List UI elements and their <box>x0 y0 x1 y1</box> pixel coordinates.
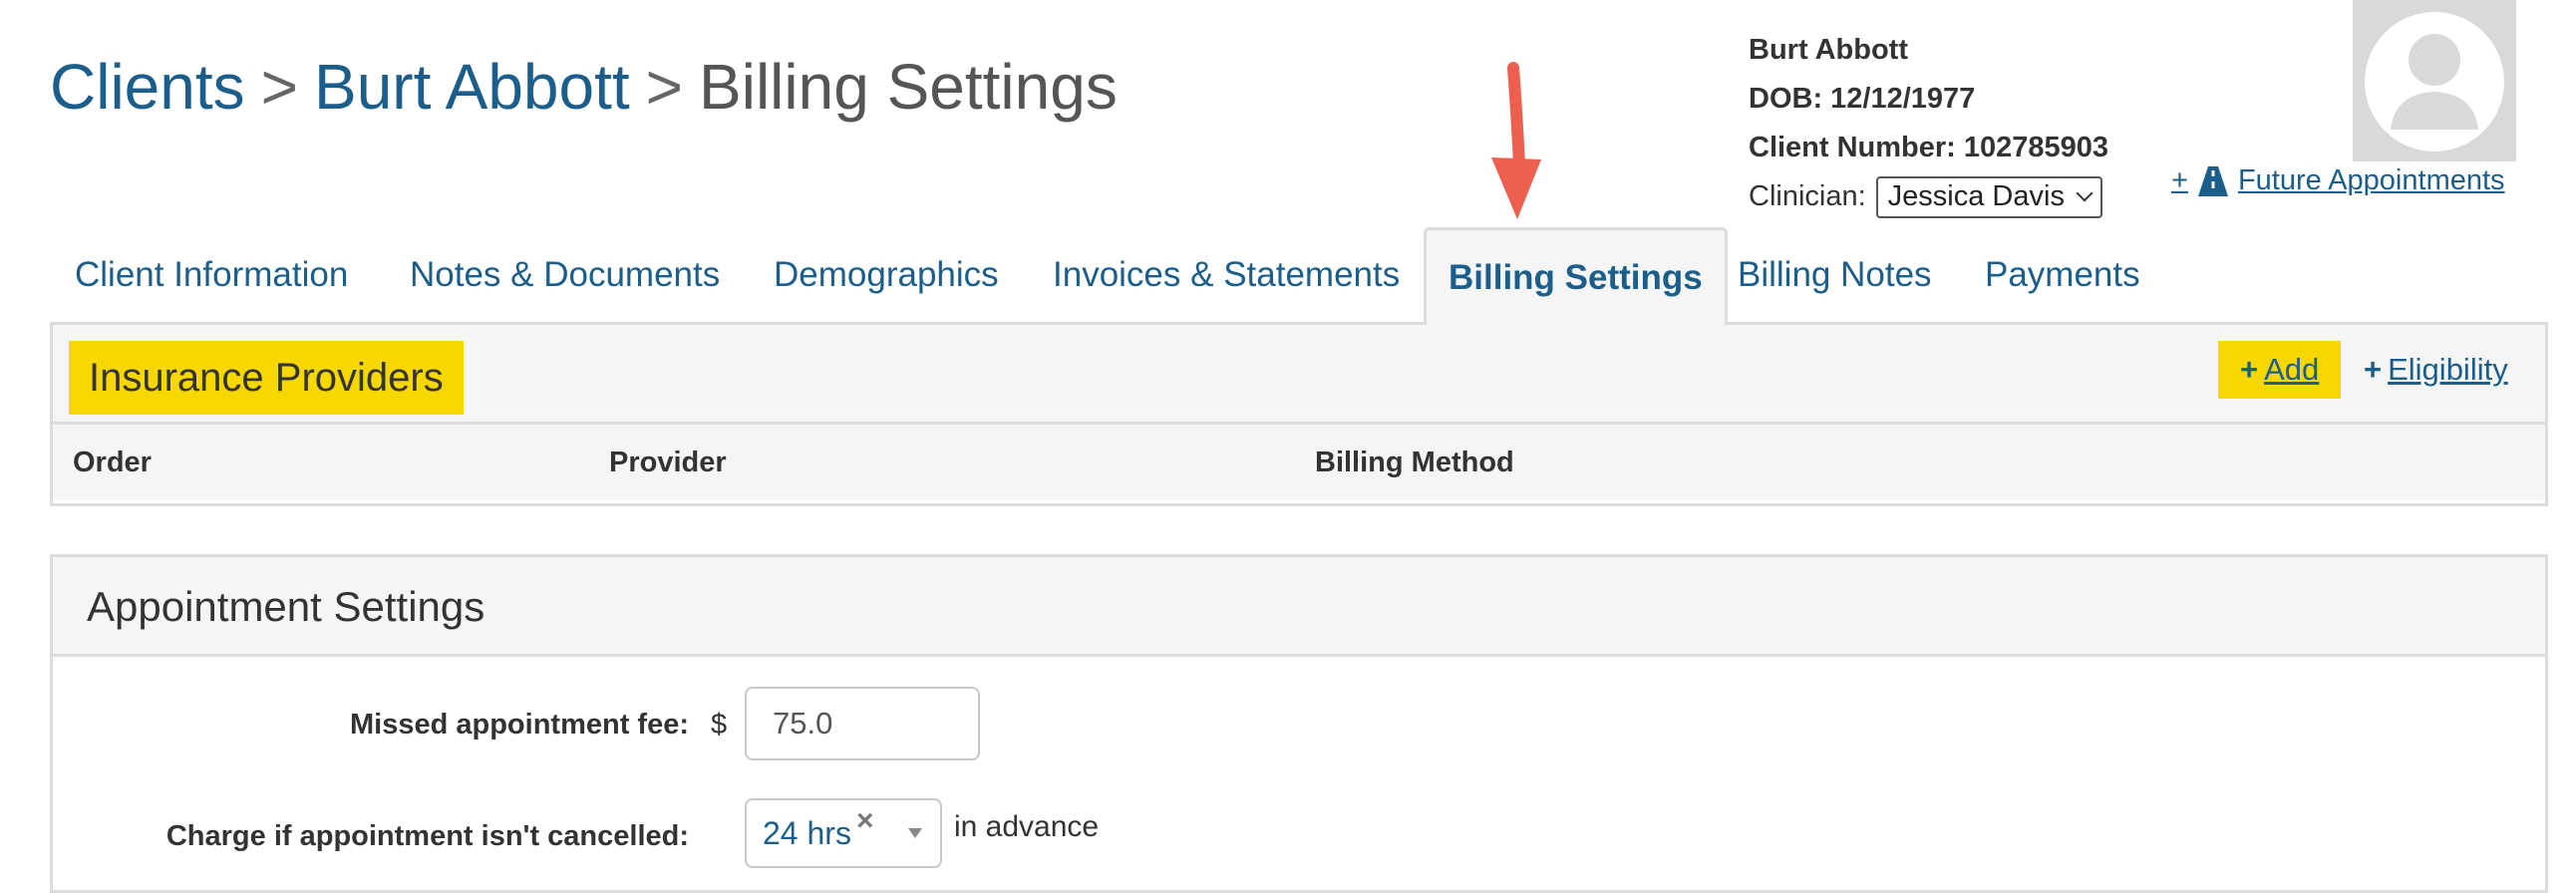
future-appointments-label: Future Appointments <box>2237 164 2505 196</box>
client-number: Client Number: 102785903 <box>1749 132 2109 163</box>
annotation-arrow-icon <box>1491 62 1541 219</box>
client-dob: DOB: 12/12/1977 <box>1749 83 1976 115</box>
clinician-select[interactable]: Jessica Davis <box>1875 175 2102 218</box>
insurance-providers-panel: Insurance Providers + Add + Eligibility Or… <box>50 325 2548 506</box>
tab-bar: Client Information Notes & Documents Dem… <box>50 227 2548 328</box>
tab-notes-documents[interactable]: Notes & Documents <box>410 227 720 325</box>
insurance-table-header: Order Provider Billing Method <box>53 425 2545 500</box>
tab-billing-notes[interactable]: Billing Notes <box>1738 227 1932 325</box>
insurance-providers-header: Insurance Providers + Add + Eligibility <box>53 325 2545 425</box>
breadcrumb-clients-link[interactable]: Clients <box>50 51 245 123</box>
charge-hours-value: 24 hrs <box>763 815 851 851</box>
charge-hours-select[interactable]: 24 hrs × <box>745 798 942 868</box>
user-placeholder-icon <box>2365 12 2504 151</box>
appointment-settings-panel: Appointment Settings Missed appointment … <box>50 554 2548 893</box>
clinician-row: Clinician: Jessica Davis <box>1749 172 2108 221</box>
breadcrumb-separator: > <box>260 51 298 123</box>
client-name: Burt Abbott <box>1749 34 1908 66</box>
missed-fee-row: Missed appointment fee: $ 75.0 <box>53 687 2545 766</box>
road-icon <box>2197 165 2228 196</box>
eligibility-button[interactable]: + Eligibility <box>2364 341 2508 399</box>
column-header-provider: Provider <box>609 446 727 478</box>
plus-icon: + <box>2240 352 2259 387</box>
add-insurance-button[interactable]: + Add <box>2218 341 2342 399</box>
future-appointments-link[interactable]: + Future Appointments <box>2171 164 2505 197</box>
charge-row: Charge if appointment isn't cancelled: 2… <box>53 798 2545 878</box>
clinician-label: Clinician: <box>1749 180 1866 212</box>
avatar <box>2353 0 2516 161</box>
missed-fee-input[interactable]: 75.0 <box>745 687 980 760</box>
tab-client-information[interactable]: Client Information <box>75 227 348 325</box>
missed-fee-label: Missed appointment fee: <box>350 709 689 741</box>
tab-invoices-statements[interactable]: Invoices & Statements <box>1053 227 1400 325</box>
tab-demographics[interactable]: Demographics <box>774 227 999 325</box>
breadcrumb: Clients > Burt Abbott > Billing Settings <box>50 48 1118 126</box>
caret-down-icon <box>908 828 922 838</box>
plus-icon: + <box>2171 164 2188 196</box>
breadcrumb-current: Billing Settings <box>699 51 1118 123</box>
plus-icon: + <box>2364 352 2383 387</box>
charge-label: Charge if appointment isn't cancelled: <box>165 820 689 852</box>
in-advance-text: in advance <box>954 810 1100 843</box>
clear-icon[interactable]: × <box>856 788 874 854</box>
chevron-down-icon <box>2076 184 2093 201</box>
client-info-panel: Burt Abbott DOB: 12/12/1977 Client Numbe… <box>1749 26 2108 221</box>
insurance-providers-title: Insurance Providers <box>69 341 464 415</box>
breadcrumb-separator: > <box>645 51 684 123</box>
tab-payments[interactable]: Payments <box>1985 227 2140 325</box>
column-header-order: Order <box>73 446 152 478</box>
breadcrumb-client-link[interactable]: Burt Abbott <box>314 51 630 123</box>
currency-symbol: $ <box>711 709 728 741</box>
appointment-settings-title: Appointment Settings <box>53 557 2545 657</box>
column-header-billing-method: Billing Method <box>1315 446 1514 478</box>
tab-billing-settings[interactable]: Billing Settings <box>1424 227 1728 328</box>
